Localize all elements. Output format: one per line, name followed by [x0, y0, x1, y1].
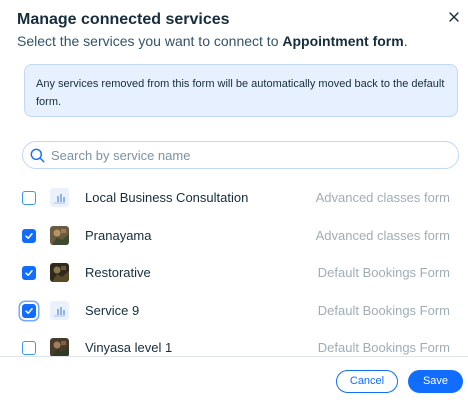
dialog-subtitle: Select the services you want to connect …: [17, 33, 408, 49]
service-row[interactable]: Pranayama Advanced classes form: [0, 218, 468, 254]
image-placeholder-icon: [50, 188, 69, 207]
image-placeholder-icon: [50, 301, 69, 320]
service-row[interactable]: Service 9 Default Bookings Form: [0, 293, 468, 329]
subtitle-prefix: Select the services you want to connect …: [17, 33, 283, 49]
service-current-form: Default Bookings Form: [317, 303, 450, 318]
manage-services-dialog: Manage connected services Select the ser…: [0, 0, 468, 400]
search-box[interactable]: [22, 141, 459, 169]
dialog-title: Manage connected services: [17, 11, 230, 28]
service-current-form: Advanced classes form: [315, 190, 450, 205]
checkmark-icon: [25, 233, 33, 239]
cancel-button[interactable]: Cancel: [336, 370, 398, 393]
service-name: Restorative: [85, 265, 151, 280]
service-checkbox[interactable]: [22, 191, 36, 205]
service-row[interactable]: Vinyasa level 1 Default Bookings Form: [0, 330, 468, 356]
search-icon: [30, 148, 45, 163]
service-current-form: Default Bookings Form: [317, 265, 450, 280]
footer-divider: [0, 356, 468, 357]
service-name: Pranayama: [85, 228, 152, 243]
subtitle-form-name: Appointment form: [282, 33, 404, 49]
service-list: Local Business Consultation Advanced clas…: [0, 180, 468, 356]
search-input[interactable]: [51, 142, 451, 168]
service-name: Local Business Consultation: [85, 190, 249, 205]
service-checkbox[interactable]: [22, 304, 36, 318]
checkmark-icon: [25, 308, 33, 314]
service-checkbox[interactable]: [22, 341, 36, 355]
service-photo-thumbnail: [50, 226, 69, 245]
checkmark-icon: [25, 270, 33, 276]
close-icon: [449, 12, 459, 22]
service-photo-thumbnail: [50, 338, 69, 356]
service-current-form: Default Bookings Form: [317, 340, 450, 355]
service-photo-thumbnail: [50, 263, 69, 282]
service-name: Service 9: [85, 303, 140, 318]
service-row[interactable]: Restorative Default Bookings Form: [0, 255, 468, 291]
service-name: Vinyasa level 1: [85, 340, 173, 355]
service-checkbox[interactable]: [22, 229, 36, 243]
service-current-form: Advanced classes form: [315, 228, 450, 243]
service-row[interactable]: Local Business Consultation Advanced clas…: [0, 180, 468, 216]
subtitle-suffix: .: [403, 33, 408, 49]
notice-text: Any services removed from this form will…: [36, 78, 445, 108]
service-checkbox[interactable]: [22, 266, 36, 280]
info-notice: Any services removed from this form will…: [24, 64, 458, 117]
save-button[interactable]: Save: [408, 370, 463, 393]
close-button[interactable]: [446, 9, 462, 25]
